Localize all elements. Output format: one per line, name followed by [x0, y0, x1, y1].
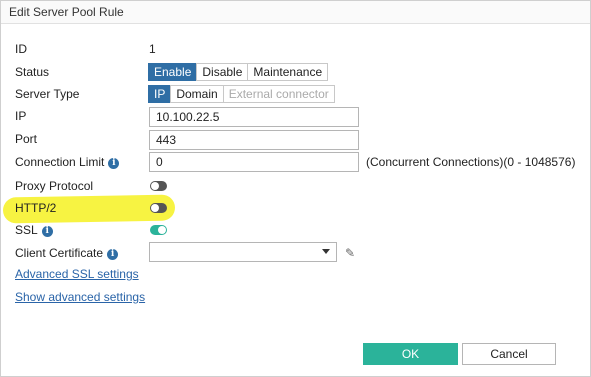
info-icon[interactable]: i — [107, 249, 119, 260]
ssl-label-text: SSL — [15, 223, 38, 237]
edit-server-pool-rule-dialog: Edit Server Pool Rule ID 1 Status Enable… — [0, 0, 591, 377]
toggle-knob — [158, 226, 166, 234]
id-label: ID — [15, 42, 27, 56]
server-type-domain-option[interactable]: Domain — [170, 85, 224, 103]
http2-toggle[interactable] — [150, 203, 167, 213]
http2-label: HTTP/2 — [15, 201, 57, 215]
ssl-toggle[interactable] — [150, 225, 167, 235]
dialog-titlebar: Edit Server Pool Rule — [1, 1, 590, 24]
chevron-down-icon — [322, 249, 330, 254]
show-advanced-settings-link[interactable]: Show advanced settings — [15, 290, 145, 304]
id-value: 1 — [149, 42, 156, 56]
connection-limit-hint: (Concurrent Connections)(0 - 1048576) — [366, 155, 576, 169]
info-icon[interactable]: i — [108, 158, 120, 169]
status-enable-option[interactable]: Enable — [148, 63, 198, 81]
toggle-knob — [151, 204, 159, 212]
ip-label: IP — [15, 109, 27, 123]
ok-button[interactable]: OK — [363, 343, 458, 365]
connection-limit-input[interactable]: 0 — [149, 152, 359, 172]
server-type-segmented-control: IP Domain External connector — [148, 85, 335, 103]
pencil-icon[interactable]: ✎ — [345, 246, 355, 260]
status-disable-option[interactable]: Disable — [196, 63, 249, 81]
info-icon[interactable]: i — [41, 226, 53, 237]
server-type-ip-option[interactable]: IP — [148, 85, 172, 103]
proxy-protocol-toggle[interactable] — [150, 181, 167, 191]
port-label: Port — [15, 132, 38, 146]
advanced-ssl-settings-link[interactable]: Advanced SSL settings — [15, 267, 139, 281]
client-certificate-label-text: Client Certificate — [15, 246, 104, 260]
status-segmented-control: Enable Disable Maintenance — [148, 63, 329, 81]
ssl-label: SSL i — [15, 223, 53, 237]
server-type-label: Server Type — [15, 87, 80, 101]
client-certificate-label: Client Certificate i — [15, 246, 119, 260]
status-label: Status — [15, 65, 50, 79]
status-maintenance-option[interactable]: Maintenance — [247, 63, 329, 81]
client-certificate-select[interactable] — [149, 242, 337, 262]
connection-limit-label: Connection Limit i — [15, 155, 120, 169]
dialog-title: Edit Server Pool Rule — [9, 5, 124, 19]
connection-limit-label-text: Connection Limit — [15, 155, 105, 169]
ip-input[interactable]: 10.100.22.5 — [149, 107, 359, 127]
proxy-protocol-label: Proxy Protocol — [15, 179, 94, 193]
port-input[interactable]: 443 — [149, 130, 359, 150]
server-type-external-connector-option: External connector — [222, 85, 335, 103]
cancel-button[interactable]: Cancel — [462, 343, 556, 365]
toggle-knob — [151, 182, 159, 190]
